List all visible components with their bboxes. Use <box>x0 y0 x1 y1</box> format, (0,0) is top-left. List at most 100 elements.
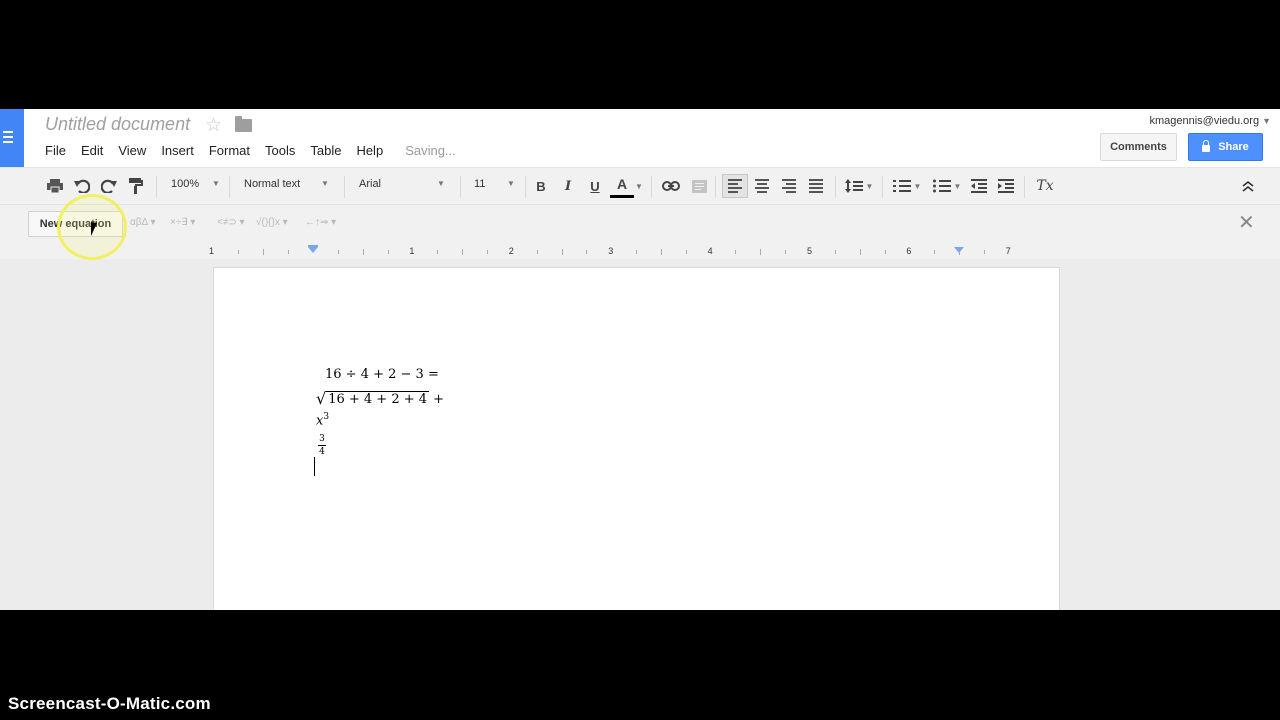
greek-letters-label: αβΔ <box>130 217 148 228</box>
fraction-bar <box>318 445 326 446</box>
ruler-track[interactable]: 1 1 2 3 4 5 6 7 <box>209 244 1060 258</box>
clear-formatting-button[interactable]: Tx <box>1034 175 1056 197</box>
share-label: Share <box>1218 141 1249 153</box>
equation-fraction[interactable]: 3 4 <box>318 434 326 457</box>
paint-format-icon[interactable] <box>126 175 146 197</box>
chevron-down-icon: ▼ <box>212 179 220 188</box>
justify-icon[interactable] <box>806 175 826 197</box>
menu-view[interactable]: View <box>118 143 146 158</box>
caret-down-icon: ▼ <box>1262 116 1271 126</box>
account-switcher[interactable]: kmagennis@viedu.org ▼ <box>1149 115 1271 127</box>
ruler-tick <box>859 249 861 255</box>
menu-bar: File Edit View Insert Format Tools Table… <box>45 143 456 158</box>
chevron-down-icon[interactable]: ▼ <box>634 175 644 197</box>
print-icon[interactable] <box>45 175 65 197</box>
menu-file[interactable]: File <box>45 143 66 158</box>
bulleted-list-icon[interactable]: ▼ <box>930 175 964 197</box>
user-email: kmagennis@viedu.org <box>1149 115 1260 127</box>
align-right-icon[interactable] <box>779 175 799 197</box>
decrease-indent-icon[interactable] <box>969 175 989 197</box>
document-canvas: 16 ÷ 4 + 2 − 3 = √ 16 + 4 + 2 + 4 + x3 3 … <box>0 259 1280 610</box>
ruler: 1 1 2 3 4 5 6 7 <box>0 242 1280 259</box>
close-icon[interactable]: ✕ <box>1238 210 1255 235</box>
comment-icon[interactable] <box>690 175 708 197</box>
star-icon[interactable]: ☆ <box>205 114 222 137</box>
redo-icon[interactable] <box>99 175 119 197</box>
chevron-down-icon: ▼ <box>321 179 329 188</box>
share-button[interactable]: Share <box>1188 133 1263 161</box>
document-page[interactable]: 16 ÷ 4 + 2 − 3 = √ 16 + 4 + 2 + 4 + x3 3 … <box>214 268 1059 610</box>
ruler-tick <box>561 249 563 255</box>
ruler-number: 1 <box>209 246 215 256</box>
zoom-select[interactable]: 100% ▼ <box>171 178 220 190</box>
ruler-number: 4 <box>707 246 713 256</box>
menu-insert[interactable]: Insert <box>161 143 194 158</box>
square-root-sign: √ <box>316 389 327 408</box>
ruler-tick <box>288 250 290 254</box>
text-cursor <box>314 457 315 476</box>
chevron-down-icon: ▼ <box>437 179 445 188</box>
watermark: Screencast-O-Matic.com <box>8 694 211 713</box>
left-indent-marker[interactable] <box>308 247 318 253</box>
ruler-tick <box>362 249 364 255</box>
math-operators-label: √(){}x <box>256 217 280 228</box>
text-color-button[interactable]: A <box>612 173 632 195</box>
ruler-tick <box>586 250 588 254</box>
ruler-number: 7 <box>1005 246 1011 256</box>
paragraph-style-select[interactable]: Normal text ▼ <box>244 178 329 190</box>
math-operators-menu[interactable]: √(){}x ▾ <box>256 217 288 228</box>
text-color-indicator <box>610 195 634 198</box>
equation-square-root[interactable]: √ 16 + 4 + 2 + 4 + <box>316 388 444 408</box>
ruler-tick <box>437 250 439 254</box>
italic-button[interactable]: I <box>559 175 577 197</box>
menu-edit[interactable]: Edit <box>81 143 103 158</box>
font-select[interactable]: Arial ▼ <box>359 178 445 190</box>
ruler-tick <box>884 250 886 254</box>
ruler-tick <box>785 250 787 254</box>
ruler-number: 3 <box>608 246 614 256</box>
font-size-select[interactable]: 11 ▼ <box>474 178 515 190</box>
equation-toolbar: New equation αβΔ ▾ ×÷∃ ▾ <≠⊃ ▾ √(){}x ▾ … <box>0 205 1280 242</box>
increase-indent-icon[interactable] <box>996 175 1016 197</box>
docs-home-icon[interactable] <box>0 109 24 167</box>
ruler-tick <box>486 250 488 254</box>
comments-button[interactable]: Comments <box>1100 133 1177 161</box>
bold-button[interactable]: B <box>532 175 550 197</box>
menu-format[interactable]: Format <box>209 143 250 158</box>
fraction-denominator: 4 <box>319 447 325 457</box>
ruler-tick <box>983 250 985 254</box>
ruler-tick <box>337 250 339 254</box>
lock-icon <box>1202 139 1211 152</box>
right-indent-marker[interactable] <box>954 247 965 253</box>
operations-menu[interactable]: ×÷∃ ▾ <box>170 217 195 228</box>
ruler-tick <box>735 250 737 254</box>
equation-power[interactable]: x3 <box>316 412 329 428</box>
menu-tools[interactable]: Tools <box>265 143 295 158</box>
align-left-icon[interactable] <box>722 174 748 198</box>
ruler-tick <box>660 249 662 255</box>
collapse-icon[interactable] <box>1238 175 1258 197</box>
menu-help[interactable]: Help <box>356 143 383 158</box>
line-spacing-icon[interactable]: ▼ <box>843 175 875 197</box>
document-title[interactable]: Untitled document <box>45 114 190 135</box>
numbered-list-icon[interactable]: ▼ <box>890 175 924 197</box>
ruler-number: 5 <box>807 246 813 256</box>
arrows-menu[interactable]: ←↑⇒ ▾ <box>305 217 336 228</box>
menu-table[interactable]: Table <box>310 143 341 158</box>
relations-menu[interactable]: <≠⊃ ▾ <box>217 217 245 228</box>
align-center-icon[interactable] <box>752 175 772 197</box>
folder-icon[interactable] <box>235 116 252 132</box>
greek-letters-menu[interactable]: αβΔ ▾ <box>130 217 155 228</box>
mouse-cursor-icon <box>91 221 103 239</box>
ruler-tick <box>462 249 464 255</box>
ruler-tick <box>636 250 638 254</box>
paragraph-style-value: Normal text <box>244 178 301 190</box>
chevron-down-icon: ▼ <box>507 179 515 188</box>
equation-division[interactable]: 16 ÷ 4 + 2 − 3 = <box>325 367 439 382</box>
ruler-number: 2 <box>508 246 514 256</box>
link-icon[interactable] <box>660 175 682 197</box>
save-status: Saving... <box>405 143 456 158</box>
ruler-number: 6 <box>906 246 912 256</box>
ruler-number: 1 <box>409 246 415 256</box>
underline-button[interactable]: U <box>586 175 604 197</box>
